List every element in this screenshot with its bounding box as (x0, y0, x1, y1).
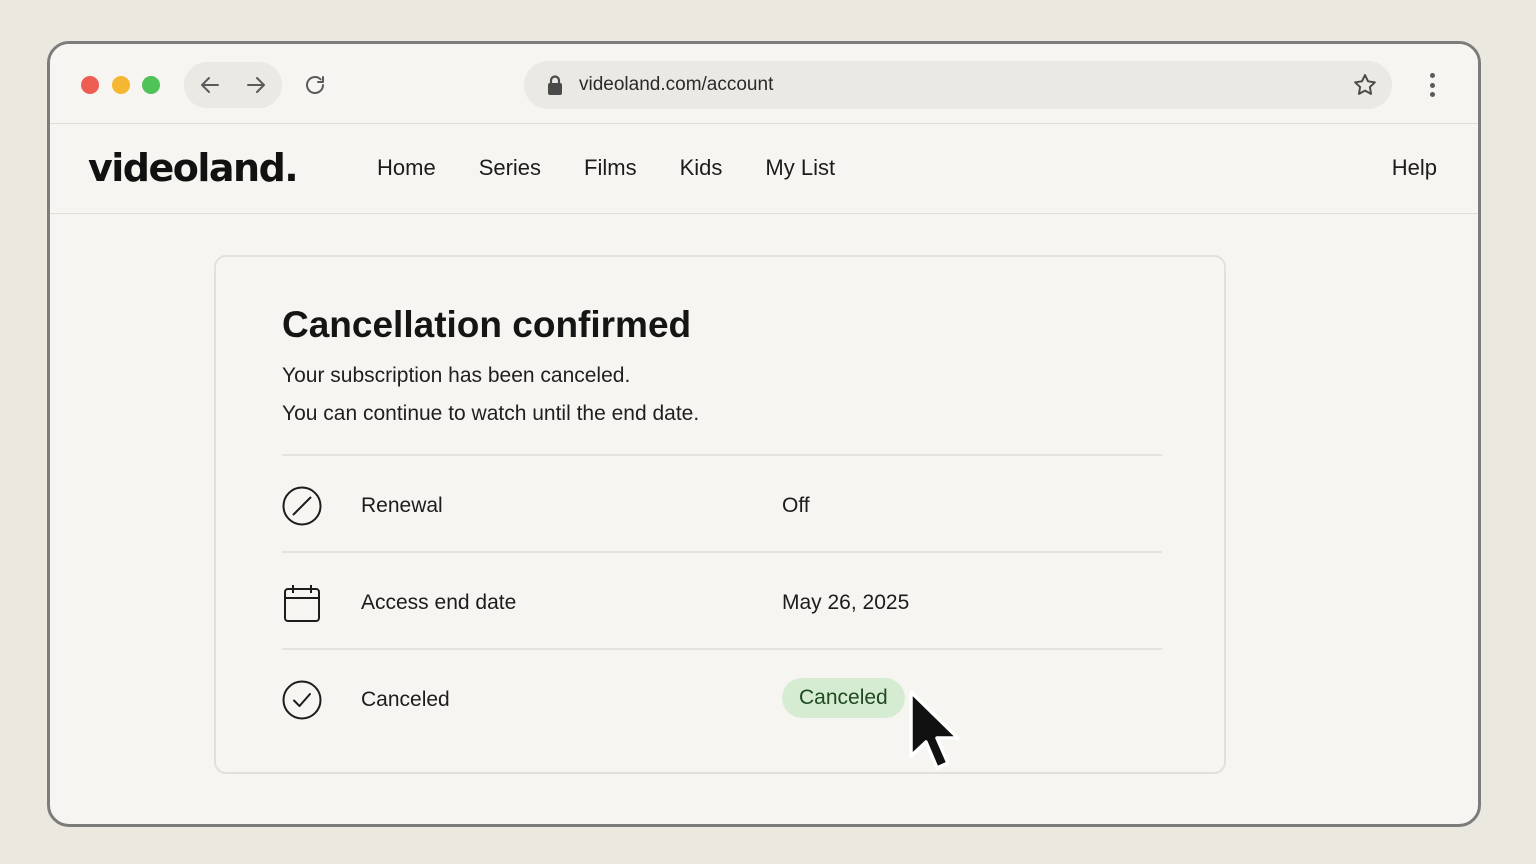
minimize-window-button[interactable] (112, 76, 130, 94)
nav-my-list[interactable]: My List (765, 155, 835, 181)
prohibited-icon (282, 486, 322, 526)
detail-row-end-date: Access end date May 26, 2025 (282, 551, 1162, 648)
detail-label: Renewal (361, 494, 443, 517)
nav-series[interactable]: Series (479, 155, 541, 181)
detail-label: Canceled (361, 688, 450, 711)
main-nav: Home Series Films Kids My List (377, 155, 878, 181)
detail-value: May 26, 2025 (782, 591, 910, 614)
address-bar[interactable]: videoland.com/account (524, 61, 1392, 109)
detail-label: Access end date (361, 591, 517, 614)
help-link[interactable]: Help (1392, 155, 1437, 181)
detail-row-status: Canceled Canceled (282, 648, 1162, 745)
history-nav-group (184, 62, 282, 108)
arrow-right-icon[interactable] (242, 71, 270, 99)
nav-home[interactable]: Home (377, 155, 436, 181)
mouse-pointer-icon (909, 690, 960, 770)
detail-row-renewal: Renewal Off (282, 454, 1162, 551)
calendar-icon (284, 585, 320, 622)
kebab-menu-icon[interactable] (1422, 70, 1442, 100)
close-window-button[interactable] (81, 76, 99, 94)
browser-window: videoland.com/account videoland. Home Se… (47, 41, 1481, 827)
status-badge: Canceled (782, 678, 905, 718)
arrow-left-icon[interactable] (196, 71, 224, 99)
browser-toolbar: videoland.com/account (50, 44, 1478, 124)
page-title: Cancellation confirmed (282, 304, 692, 345)
cancellation-card: Cancellation confirmed Your subscription… (214, 255, 1226, 774)
videoland-logo[interactable]: videoland. (88, 146, 299, 190)
confirmation-submessage: You can continue to watch until the end … (282, 402, 700, 425)
star-icon[interactable] (1352, 72, 1378, 98)
url-text: videoland.com/account (579, 74, 774, 95)
site-header: videoland. Home Series Films Kids My Lis… (50, 124, 1478, 214)
reload-icon[interactable] (301, 71, 329, 99)
lock-icon (548, 75, 562, 95)
nav-films[interactable]: Films (584, 155, 637, 181)
maximize-window-button[interactable] (142, 76, 160, 94)
check-circle-icon (282, 680, 322, 720)
detail-value: Off (782, 494, 810, 517)
confirmation-message: Your subscription has been canceled. (282, 364, 631, 387)
subscription-details: Renewal Off Access end date May 26, 2025… (282, 454, 1162, 745)
nav-kids[interactable]: Kids (680, 155, 723, 181)
